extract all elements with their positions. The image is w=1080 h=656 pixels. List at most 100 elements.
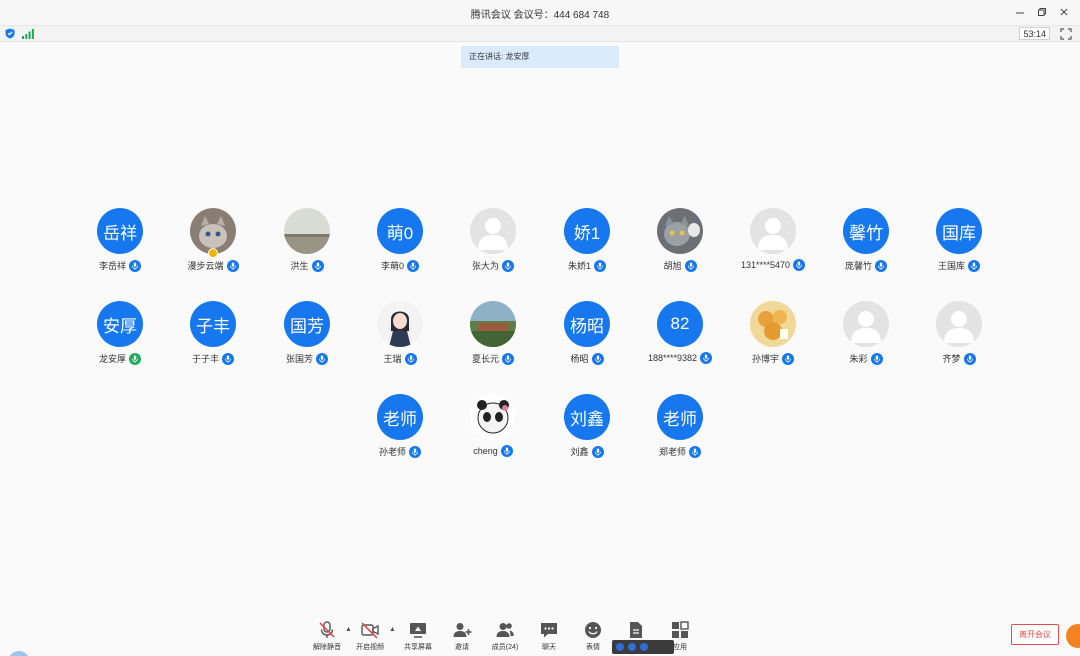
close-icon[interactable] [1056, 4, 1072, 20]
participant-tile[interactable]: 朱彩 [820, 301, 912, 381]
participant-avatar-initials: 82 [657, 301, 703, 347]
video-off-icon [361, 622, 379, 639]
participant-avatar-initials: 安厚 [97, 301, 143, 347]
participant-name-row: 张国芳 [261, 352, 353, 365]
participant-avatar-initials: 馨竹 [843, 208, 889, 254]
chat-label: 聊天 [542, 644, 556, 651]
participant-tile[interactable]: 王瑞 [354, 301, 446, 381]
share-screen-button[interactable]: 共享屏幕 [396, 620, 440, 656]
participant-name: 孙老师 [378, 447, 406, 457]
participant-tile[interactable]: 国库 王国库 [913, 208, 1005, 288]
participant-name: 朱娇1 [567, 261, 591, 271]
minimize-icon[interactable] [1012, 4, 1028, 20]
apps-label: 应用 [673, 644, 687, 651]
participant-name-row: 李萌0 [354, 259, 446, 272]
participant-name-row: 洪生 [261, 259, 353, 272]
participant-name: 漫步云端 [187, 261, 224, 271]
participant-avatar-photo [470, 394, 516, 440]
participant-name: 张国芳 [285, 354, 313, 364]
participant-tile[interactable]: 子丰 于子丰 [167, 301, 259, 381]
floating-taskbar[interactable] [612, 640, 674, 654]
window-title: 腾讯会议 会议号：444 684 748 [470, 10, 610, 21]
participant-tile[interactable]: 老师 孙老师 [354, 394, 446, 474]
participant-name-row: 王瑞 [354, 352, 446, 365]
participant-avatar-photo [750, 301, 796, 347]
participant-tile[interactable]: 娇1 朱娇1 [541, 208, 633, 288]
participant-tile[interactable]: 齐梦 [913, 301, 1005, 381]
participant-tile[interactable]: 国芳 张国芳 [261, 301, 353, 381]
unmute-label: 解除静音 [313, 644, 341, 651]
participant-name: 李萌0 [380, 261, 404, 271]
chat-button[interactable]: 聊天 [527, 620, 571, 656]
mic-icon [591, 352, 604, 365]
members-button[interactable]: 成员(24) [483, 620, 527, 656]
participant-name: 庞馨竹 [844, 261, 872, 271]
participant-tile[interactable]: 老师 郑老师 [634, 394, 726, 474]
mic-icon [591, 445, 604, 458]
participant-name: 夏长元 [471, 354, 499, 364]
restore-icon[interactable] [1034, 4, 1050, 20]
signal-icon[interactable] [22, 29, 34, 39]
participant-name-row: 漫步云端 [167, 259, 259, 272]
mic-icon [500, 445, 513, 457]
invite-button[interactable]: 邀请 [440, 620, 484, 656]
participant-tile[interactable]: 漫步云端 [167, 208, 259, 288]
participant-name: cheng [473, 446, 498, 456]
shield-icon[interactable] [5, 28, 15, 39]
participant-name: 李岳祥 [98, 261, 126, 271]
mic-icon [129, 259, 141, 272]
participant-name: 杨昭 [570, 354, 589, 364]
leave-meeting-button[interactable]: 离开会议 [1011, 624, 1059, 645]
participant-tile[interactable]: 82 188****9382 [634, 301, 726, 381]
mic-speaking-icon [129, 352, 141, 365]
participant-name-row: 刘鑫 [541, 445, 633, 458]
participant-tile[interactable]: 胡旭 [634, 208, 726, 288]
meeting-toolbar: 解除静音 ▲ 开启视频 ▲ 共享屏幕 邀请 成员(24) 聊天 表情 应用 [0, 612, 1080, 656]
title-bar: 腾讯会议 会议号：444 684 748 [0, 0, 1080, 26]
participant-tile[interactable]: 杨昭 杨昭 [541, 301, 633, 381]
participant-name-row: 龙安厚 [74, 352, 166, 365]
participant-name: 188****9382 [647, 353, 698, 363]
reactions-button[interactable]: 表情 [571, 620, 615, 656]
participant-tile[interactable]: 夏长元 [447, 301, 539, 381]
reactions-label: 表情 [586, 644, 600, 651]
participant-avatar-initials: 老师 [657, 394, 703, 440]
start-video-button[interactable]: 开启视频 [348, 620, 392, 656]
default-user-avatar-icon [843, 301, 889, 347]
participant-tile[interactable]: 孙博宇 [727, 301, 819, 381]
participant-name-row: cheng [447, 445, 539, 457]
mic-icon [968, 259, 980, 272]
default-user-avatar-icon [750, 208, 796, 254]
participant-tile[interactable]: 萌0 李萌0 [354, 208, 446, 288]
participant-name-row: 188****9382 [634, 352, 726, 364]
mic-icon [700, 352, 713, 364]
mic-muted-icon [319, 621, 335, 638]
mic-icon [594, 259, 606, 272]
participant-tile[interactable]: 洪生 [261, 208, 353, 288]
chat-icon [541, 623, 557, 638]
participant-tile[interactable]: 刘鑫 刘鑫 [541, 394, 633, 474]
mic-icon [793, 259, 806, 271]
participant-name: 洪生 [290, 261, 309, 271]
share-screen-label: 共享屏幕 [404, 644, 432, 651]
participant-tile[interactable]: 张大为 [447, 208, 539, 288]
participant-name: 131****5470 [740, 260, 791, 270]
participant-tile[interactable]: cheng [447, 394, 539, 474]
fullscreen-icon[interactable] [1060, 28, 1072, 40]
participant-tile[interactable]: 馨竹 庞馨竹 [820, 208, 912, 288]
mic-icon [226, 259, 239, 272]
participant-name-row: 杨昭 [541, 352, 633, 365]
participant-name: 孙博宇 [751, 354, 779, 364]
participant-avatar-initials: 岳祥 [97, 208, 143, 254]
participant-avatar-photo [657, 208, 703, 254]
participant-name-row: 胡旭 [634, 259, 726, 272]
participant-tile[interactable]: 安厚 龙安厚 [74, 301, 166, 381]
default-user-avatar-icon [470, 208, 516, 254]
participant-tile[interactable]: 岳祥 李岳祥 [74, 208, 166, 288]
start-video-label: 开启视频 [356, 644, 384, 651]
mic-icon [502, 352, 514, 365]
participant-tile[interactable]: 131****5470 [727, 208, 819, 288]
mic-icon [407, 259, 419, 272]
unmute-button[interactable]: 解除静音 [305, 620, 349, 656]
participant-avatar-initials: 刘鑫 [564, 394, 610, 440]
